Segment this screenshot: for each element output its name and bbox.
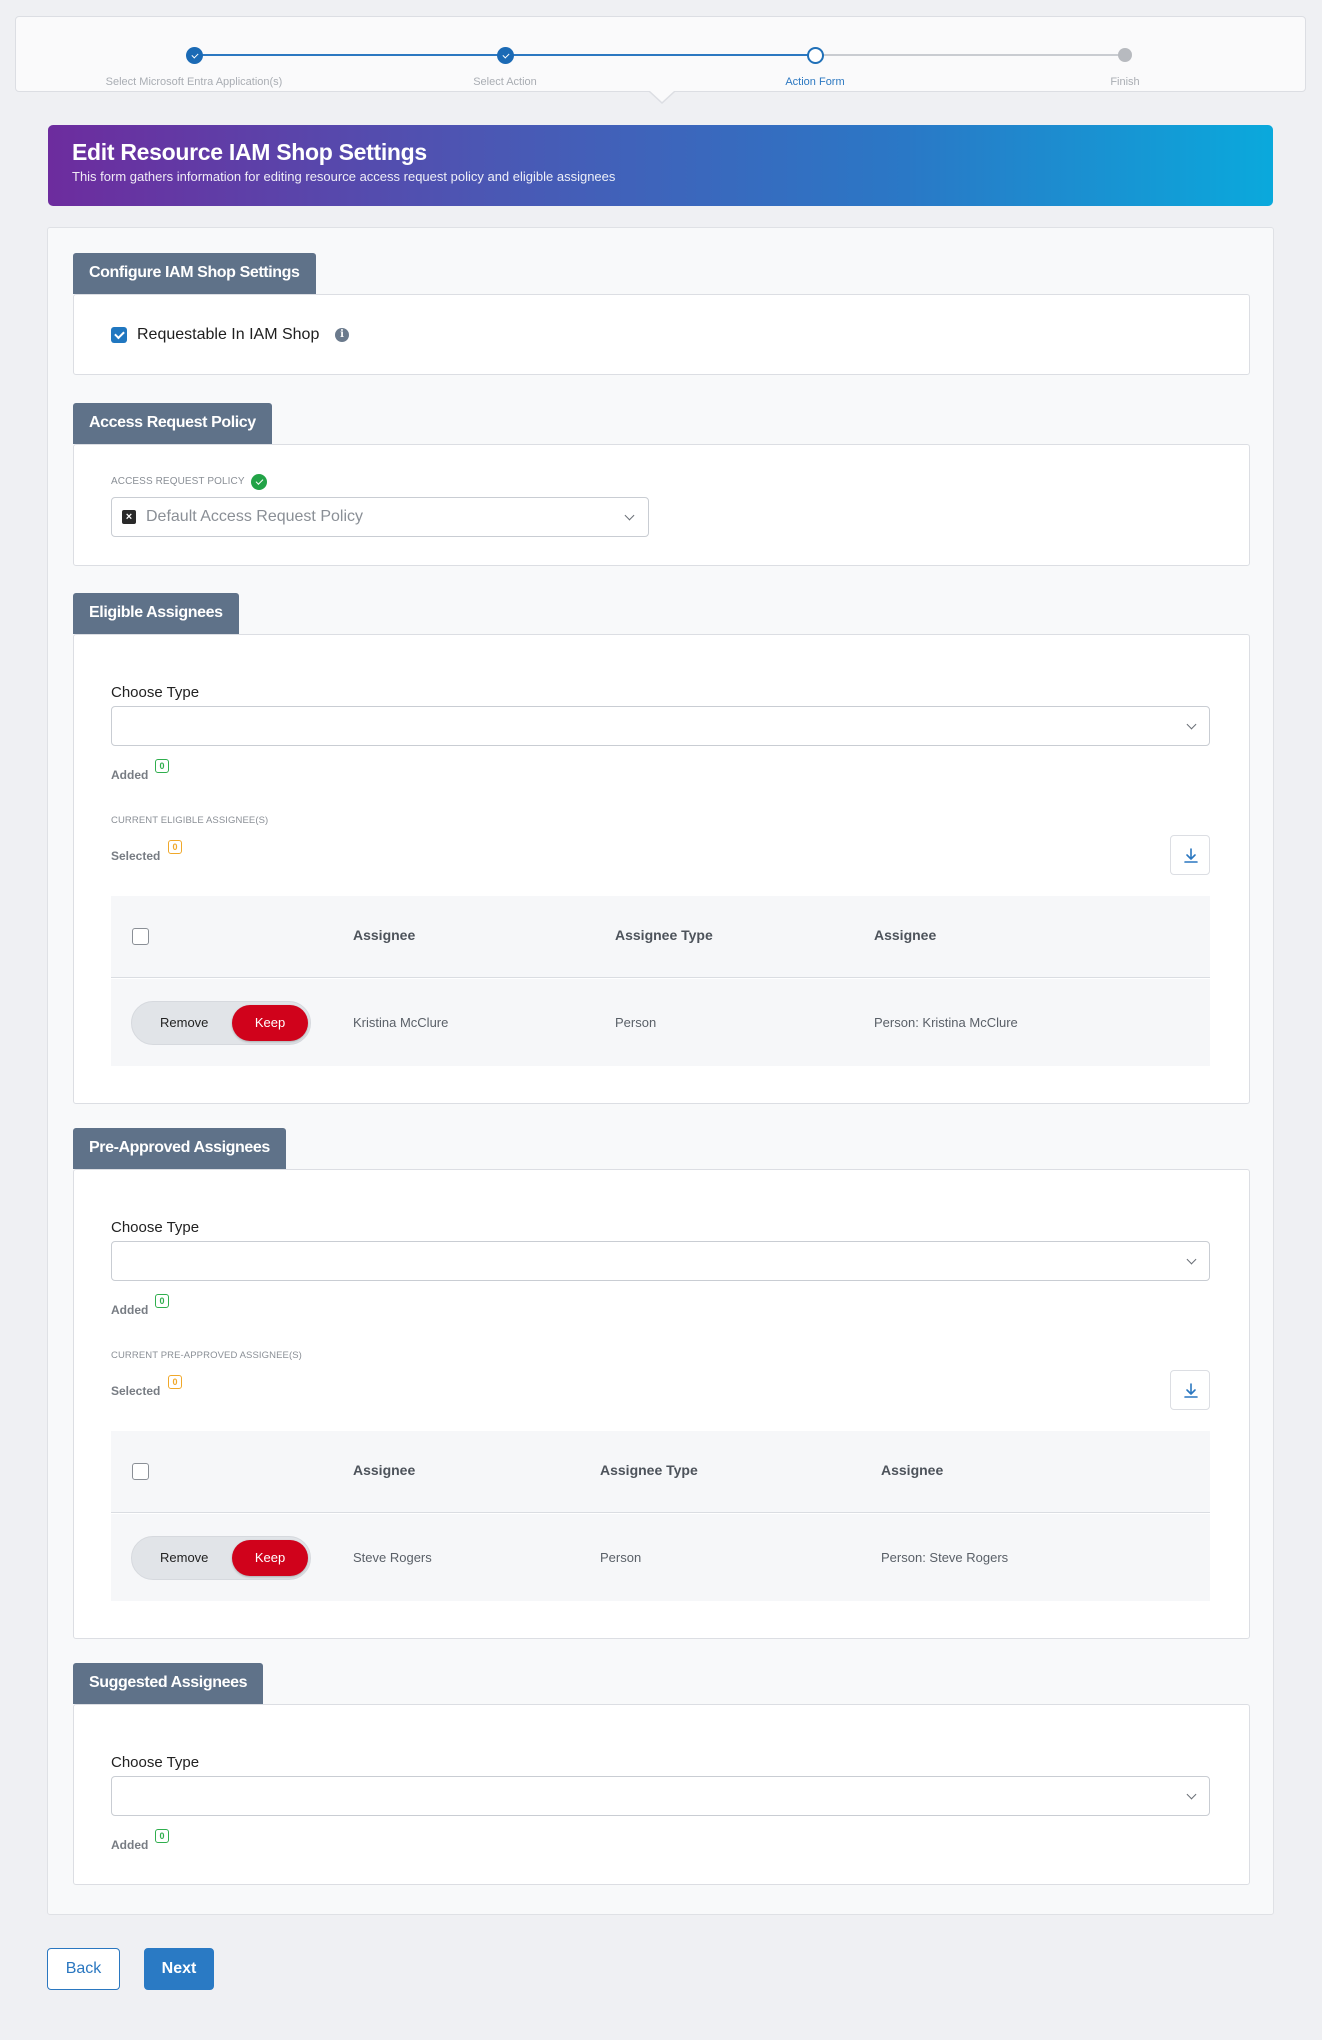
policy-select[interactable]: × Default Access Request Policy bbox=[111, 497, 649, 537]
column-header[interactable]: Assignee bbox=[874, 927, 936, 943]
requestable-checkbox[interactable] bbox=[111, 327, 127, 343]
next-button[interactable]: Next bbox=[144, 1948, 214, 1990]
chevron-down-icon bbox=[1186, 1254, 1197, 1265]
step-connector bbox=[815, 54, 1126, 56]
step-label-current[interactable]: Action Form bbox=[695, 76, 935, 88]
added-label: Added bbox=[111, 1303, 149, 1317]
added-count-badge: 0 bbox=[155, 759, 169, 773]
assignee-type: Person bbox=[600, 1550, 642, 1565]
preapproved-table-header: Assignee Assignee Type Assignee bbox=[111, 1431, 1210, 1513]
added-count-badge: 0 bbox=[155, 1294, 169, 1308]
added-label: Added bbox=[111, 1838, 149, 1852]
selected-label: Selected bbox=[111, 849, 161, 863]
added-count-badge: 0 bbox=[155, 1829, 169, 1843]
page-subtitle: This form gathers information for editin… bbox=[72, 169, 616, 184]
choose-type-label: Choose Type bbox=[111, 1754, 200, 1771]
select-all-checkbox[interactable] bbox=[132, 1463, 149, 1480]
step-complete-icon bbox=[186, 47, 203, 64]
column-header[interactable]: Assignee Type bbox=[600, 1462, 698, 1478]
form-card: Configure IAM Shop Settings Requestable … bbox=[47, 227, 1274, 1915]
form-header-banner: Edit Resource IAM Shop Settings This for… bbox=[48, 125, 1273, 206]
requestable-label: Requestable In IAM Shop bbox=[137, 326, 320, 343]
step-connector bbox=[196, 54, 506, 56]
info-icon[interactable]: i bbox=[335, 328, 349, 342]
section-tab-suggested: Suggested Assignees bbox=[73, 1663, 264, 1704]
column-header[interactable]: Assignee bbox=[353, 1462, 415, 1478]
selected-count-badge: 0 bbox=[168, 840, 182, 854]
assignee-full: Person: Kristina McClure bbox=[874, 1015, 1018, 1030]
keep-option[interactable]: Keep bbox=[232, 1005, 308, 1041]
chevron-down-icon bbox=[624, 510, 635, 521]
chevron-down-icon bbox=[1186, 719, 1197, 730]
chevron-down-icon bbox=[1186, 1789, 1197, 1800]
back-button[interactable]: Back bbox=[47, 1948, 120, 1990]
suggested-type-select[interactable] bbox=[111, 1776, 1210, 1816]
remove-option[interactable]: Remove bbox=[160, 1015, 208, 1030]
configure-section: Requestable In IAM Shop i bbox=[73, 294, 1250, 375]
choose-type-label: Choose Type bbox=[111, 1219, 200, 1236]
section-tab-configure: Configure IAM Shop Settings bbox=[73, 253, 316, 294]
column-header[interactable]: Assignee Type bbox=[615, 927, 713, 943]
progress-stepper: Select Microsoft Entra Application(s) Se… bbox=[15, 16, 1306, 92]
section-tab-preapproved: Pre-Approved Assignees bbox=[73, 1128, 286, 1169]
download-button[interactable] bbox=[1170, 835, 1210, 875]
column-header[interactable]: Assignee bbox=[353, 927, 415, 943]
column-header[interactable]: Assignee bbox=[881, 1462, 943, 1478]
added-label: Added bbox=[111, 768, 149, 782]
current-assignees-label: CURRENT PRE-APPROVED ASSIGNEE(S) bbox=[111, 1350, 302, 1361]
suggested-section: Choose Type Added 0 bbox=[73, 1704, 1250, 1885]
assignee-type: Person bbox=[615, 1015, 657, 1030]
keep-option[interactable]: Keep bbox=[232, 1540, 308, 1576]
eligible-table-header: Assignee Assignee Type Assignee bbox=[111, 896, 1210, 978]
step-label: Finish bbox=[1110, 76, 1140, 88]
remove-keep-toggle[interactable]: Remove Keep bbox=[131, 1001, 311, 1045]
preapproved-section: Choose Type Added 0 CURRENT PRE-APPROVED… bbox=[73, 1169, 1250, 1639]
selected-count-badge: 0 bbox=[168, 1375, 182, 1389]
clear-icon[interactable]: × bbox=[122, 510, 136, 524]
preapproved-type-select[interactable] bbox=[111, 1241, 1210, 1281]
table-row: Remove Keep Steve Rogers Person Person: … bbox=[111, 1514, 1210, 1601]
section-tab-policy: Access Request Policy bbox=[73, 403, 272, 444]
remove-keep-toggle[interactable]: Remove Keep bbox=[131, 1536, 311, 1580]
eligible-type-select[interactable] bbox=[111, 706, 1210, 746]
section-tab-eligible: Eligible Assignees bbox=[73, 593, 239, 634]
step-current-icon bbox=[807, 47, 824, 64]
stepper-pointer bbox=[650, 91, 674, 102]
table-row: Remove Keep Kristina McClure Person Pers… bbox=[111, 979, 1210, 1066]
eligible-section: Choose Type Added 0 CURRENT ELIGIBLE ASS… bbox=[73, 634, 1250, 1104]
step-label[interactable]: Select Microsoft Entra Application(s) bbox=[74, 76, 314, 88]
step-pending-icon bbox=[1118, 48, 1132, 62]
selected-label: Selected bbox=[111, 1384, 161, 1398]
assignee-name: Kristina McClure bbox=[353, 1015, 449, 1030]
download-icon bbox=[1184, 848, 1198, 863]
policy-select-value: Default Access Request Policy bbox=[146, 508, 363, 525]
step-connector bbox=[506, 54, 815, 56]
policy-field-label: ACCESS REQUEST POLICY bbox=[111, 476, 245, 487]
step-label[interactable]: Select Action bbox=[385, 76, 625, 88]
download-icon bbox=[1184, 1383, 1198, 1398]
select-all-checkbox[interactable] bbox=[132, 928, 149, 945]
choose-type-label: Choose Type bbox=[111, 684, 200, 701]
assignee-name: Steve Rogers bbox=[353, 1550, 432, 1565]
step-complete-icon bbox=[497, 47, 514, 64]
assignee-full: Person: Steve Rogers bbox=[881, 1550, 1009, 1565]
policy-section: ACCESS REQUEST POLICY × Default Access R… bbox=[73, 444, 1250, 566]
download-button[interactable] bbox=[1170, 1370, 1210, 1410]
remove-option[interactable]: Remove bbox=[160, 1550, 208, 1565]
valid-check-icon bbox=[251, 474, 267, 490]
current-assignees-label: CURRENT ELIGIBLE ASSIGNEE(S) bbox=[111, 815, 269, 826]
page-title: Edit Resource IAM Shop Settings bbox=[72, 139, 427, 165]
